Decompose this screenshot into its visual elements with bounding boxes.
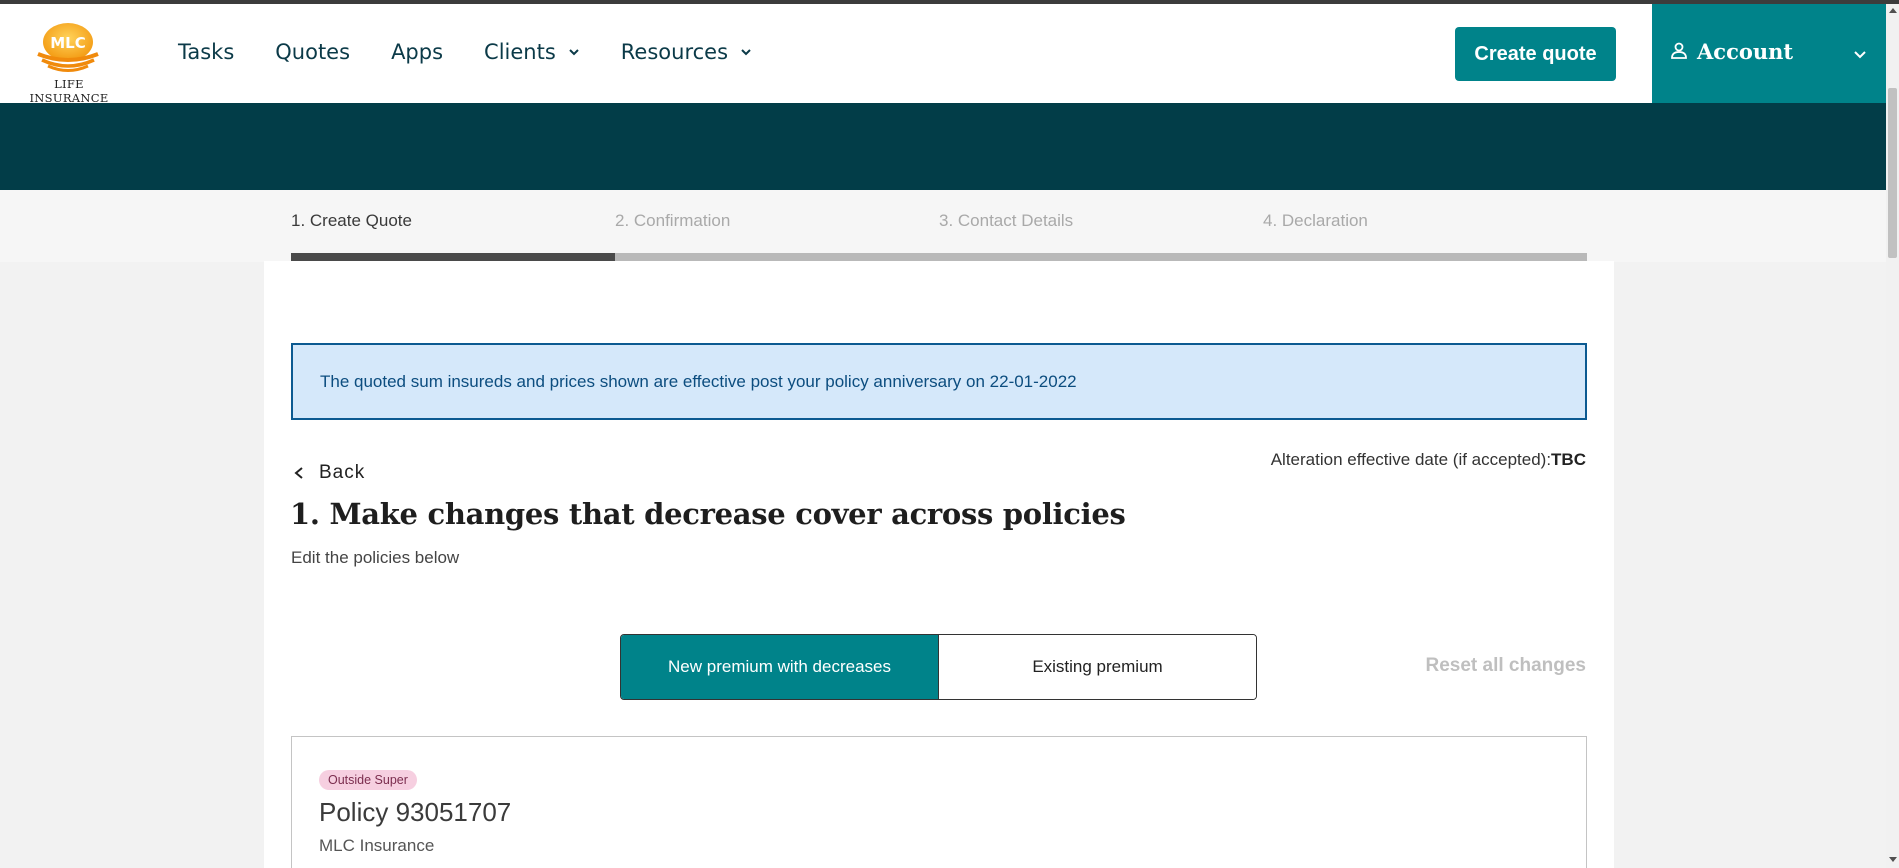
reset-all-changes-button[interactable]: Reset all changes (1425, 655, 1586, 677)
step-contact-details: 3. Contact Details (939, 211, 1074, 230)
scrollbar-thumb[interactable] (1888, 88, 1897, 258)
scroll-up-arrow-icon[interactable] (1889, 8, 1897, 13)
nav-apps-label: Apps (391, 40, 444, 64)
chevron-left-icon (294, 467, 303, 479)
site-header: MLC LIFE INSURANCE Tasks Quotes Apps Cli… (0, 4, 1886, 105)
policy-company: MLC Insurance (319, 836, 435, 855)
step-progress-fill (291, 253, 615, 261)
nav-tasks[interactable]: Tasks (178, 40, 234, 64)
step-confirmation: 2. Confirmation (615, 211, 731, 230)
policy-type-badge: Outside Super (319, 770, 417, 790)
page-title: 1. Make changes that decrease cover acro… (290, 497, 1126, 531)
policy-name: Policy 93051707 (319, 797, 512, 827)
account-label: Account (1697, 39, 1794, 64)
nav-resources-label: Resources (620, 40, 729, 64)
step-progress-bar (291, 253, 1587, 261)
stepper: 1. Create Quote 2. Confirmation 3. Conta… (0, 190, 1886, 262)
back-label: Back (319, 462, 366, 483)
mlc-logo-icon: MLC (37, 23, 99, 72)
back-link[interactable]: Back (293, 462, 365, 484)
alteration-effective-date: Alteration effective date (if accepted):… (1271, 450, 1586, 470)
chevron-down-icon (1854, 51, 1866, 59)
mlc-logo[interactable]: MLC LIFE INSURANCE (16, 22, 122, 105)
page-scrollbar[interactable] (1886, 4, 1899, 868)
user-icon (1671, 42, 1687, 59)
logo-text: LIFE INSURANCE (29, 77, 109, 105)
nav-clients-label: Clients (484, 40, 556, 64)
hero-band (0, 103, 1886, 190)
nav-tasks-label: Tasks (178, 40, 235, 64)
existing-premium-option[interactable]: Existing premium (938, 635, 1256, 699)
premium-toggle: New premium with decreases Existing prem… (620, 634, 1257, 700)
nav-quotes-label: Quotes (275, 40, 351, 64)
nav-clients[interactable]: Clients (484, 40, 580, 64)
chevron-down-icon (741, 49, 751, 56)
alteration-label: Alteration effective date (if accepted): (1270, 450, 1552, 469)
account-menu[interactable]: Account (1652, 4, 1886, 103)
main-nav: Tasks Quotes Apps Clients Resources (178, 40, 793, 64)
step-declaration: 4. Declaration (1263, 211, 1368, 230)
nav-resources[interactable]: Resources (621, 40, 752, 64)
anniversary-notice: The quoted sum insureds and prices shown… (291, 343, 1587, 420)
create-quote-button[interactable]: Create quote (1455, 27, 1616, 81)
nav-apps[interactable]: Apps (391, 40, 443, 64)
alteration-value: TBC (1551, 450, 1586, 469)
scroll-down-arrow-icon[interactable] (1889, 857, 1897, 862)
chevron-down-icon (569, 49, 579, 56)
logo-mark: MLC (50, 34, 86, 52)
nav-quotes[interactable]: Quotes (275, 40, 350, 64)
new-premium-option[interactable]: New premium with decreases (621, 635, 938, 699)
page-subtitle: Edit the policies below (291, 548, 460, 567)
policy-card: Outside Super Policy 93051707 MLC Insura… (291, 736, 1587, 868)
step-create-quote: 1. Create Quote (291, 211, 412, 230)
